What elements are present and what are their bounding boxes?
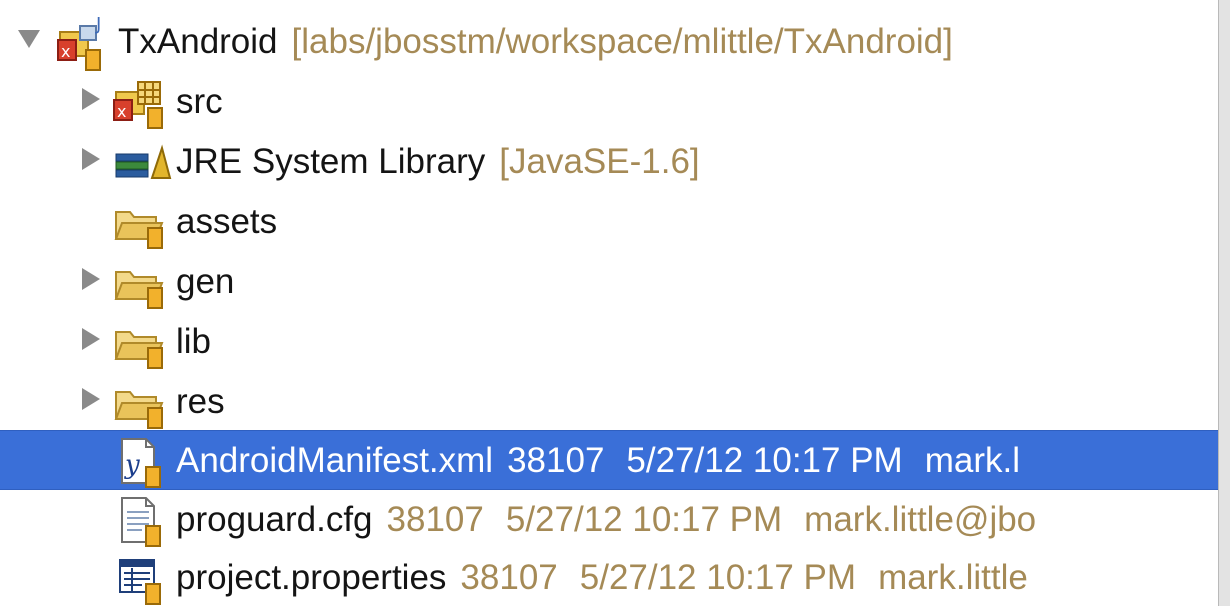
folder-icon bbox=[112, 192, 170, 252]
expanded-triangle-icon[interactable] bbox=[10, 12, 44, 72]
item-name: res bbox=[176, 382, 225, 421]
collapsed-triangle-icon[interactable] bbox=[72, 132, 106, 192]
tree-item-label: project.properties 38107 5/27/12 10:17 PM m… bbox=[176, 557, 1028, 599]
item-name: JRE System Library bbox=[176, 142, 486, 181]
svg-text:y: y bbox=[124, 450, 140, 480]
text-file-icon bbox=[112, 490, 170, 550]
project-name: TxAndroid bbox=[118, 22, 278, 61]
tree-item-label: TxAndroid [labs/jbosstm/workspace/mlittle… bbox=[118, 21, 953, 63]
item-decoration: [JavaSE-1.6] bbox=[499, 142, 700, 181]
tree-item-label: gen bbox=[176, 261, 234, 303]
tree-row-lib[interactable]: lib bbox=[0, 312, 1218, 372]
folder-icon bbox=[112, 312, 170, 372]
tree-row-project-properties[interactable]: project.properties 38107 5/27/12 10:17 PM m… bbox=[0, 548, 1218, 608]
item-revision: 38107 bbox=[507, 441, 605, 480]
tree-item-label: src bbox=[176, 81, 223, 123]
xml-file-icon: y bbox=[112, 431, 170, 489]
tree-row-src[interactable]: x src bbox=[0, 72, 1218, 132]
item-name: gen bbox=[176, 262, 235, 301]
tree-row-jre-system-library[interactable]: JRE System Library [JavaSE-1.6] bbox=[0, 132, 1218, 192]
tree-item-label: JRE System Library [JavaSE-1.6] bbox=[176, 141, 700, 183]
item-name: project.properties bbox=[176, 558, 447, 597]
item-date: 5/27/12 10:17 PM bbox=[626, 441, 903, 480]
tree-row-android-manifest[interactable]: y AndroidManifest.xml 38107 5/27/12 10:17 … bbox=[0, 430, 1218, 490]
item-name: lib bbox=[176, 322, 212, 361]
item-date: 5/27/12 10:17 PM bbox=[505, 500, 783, 539]
project-location-decoration: [labs/jbosstm/workspace/mlittle/TxAndroi… bbox=[291, 22, 953, 61]
item-name: assets bbox=[176, 202, 278, 241]
tree-item-label: assets bbox=[176, 201, 277, 243]
folder-icon bbox=[112, 252, 170, 312]
tree-item-label: AndroidManifest.xml 38107 5/27/12 10:17 PM… bbox=[176, 440, 1020, 482]
item-name: AndroidManifest.xml bbox=[176, 441, 494, 480]
item-revision: 38107 bbox=[460, 558, 558, 597]
tree-row-res[interactable]: res bbox=[0, 372, 1218, 432]
tree-row-gen[interactable]: gen bbox=[0, 252, 1218, 312]
item-author: mark.little bbox=[878, 558, 1028, 597]
library-books-icon bbox=[112, 132, 172, 192]
window-edge bbox=[1218, 0, 1230, 606]
tree-item-label: res bbox=[176, 381, 225, 423]
item-date: 5/27/12 10:17 PM bbox=[579, 558, 857, 597]
item-author: mark.l bbox=[924, 441, 1020, 480]
item-author: mark.little@jbo bbox=[804, 500, 1037, 539]
tree-item-label: lib bbox=[176, 321, 211, 363]
svg-text:J: J bbox=[95, 14, 101, 35]
android-java-project-icon: x J bbox=[52, 12, 110, 72]
collapsed-triangle-icon[interactable] bbox=[72, 72, 106, 132]
properties-file-icon bbox=[112, 548, 170, 608]
collapsed-triangle-icon[interactable] bbox=[72, 312, 106, 372]
source-package-icon: x bbox=[112, 72, 170, 132]
tree-row-project-root[interactable]: x J TxAndroid [labs/jbosstm/workspace/mli… bbox=[0, 12, 1218, 72]
folder-icon bbox=[112, 372, 170, 432]
svg-text:x: x bbox=[117, 102, 126, 121]
item-name: src bbox=[176, 82, 223, 121]
tree-row-proguard-cfg[interactable]: proguard.cfg 38107 5/27/12 10:17 PM mark.li… bbox=[0, 490, 1218, 550]
item-name: proguard.cfg bbox=[176, 500, 373, 539]
tree-row-assets[interactable]: assets bbox=[0, 192, 1218, 252]
collapsed-triangle-icon[interactable] bbox=[72, 372, 106, 432]
collapsed-triangle-icon[interactable] bbox=[72, 252, 106, 312]
tree-item-label: proguard.cfg 38107 5/27/12 10:17 PM mark.li… bbox=[176, 499, 1036, 541]
svg-text:x: x bbox=[61, 42, 70, 61]
item-revision: 38107 bbox=[386, 500, 484, 539]
package-explorer-tree: x J TxAndroid [labs/jbosstm/workspace/mli… bbox=[0, 0, 1218, 606]
